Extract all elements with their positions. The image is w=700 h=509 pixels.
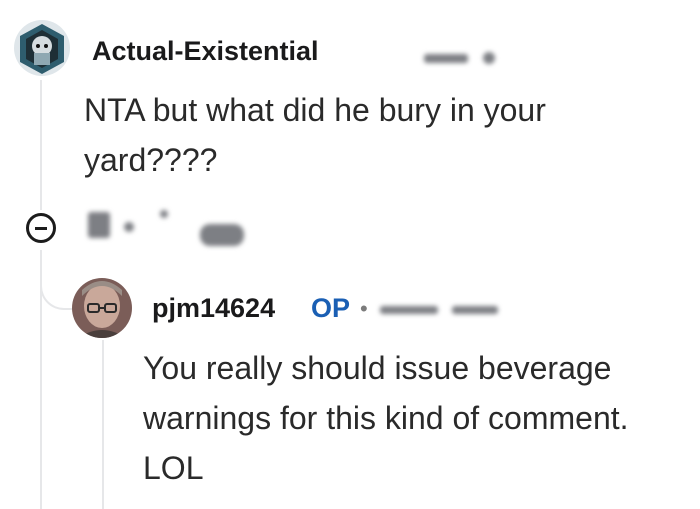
comment-timestamp-blurred xyxy=(424,54,468,63)
action-dot-blurred xyxy=(160,210,168,218)
reply-timestamp-blurred xyxy=(380,306,438,314)
comment-text-line1: NTA but what did he bury in your xyxy=(84,92,546,128)
comment-text-line2: yard???? xyxy=(84,142,218,178)
snoo-avatar-icon xyxy=(14,20,70,76)
op-badge: OP xyxy=(311,293,351,323)
thread-line-reply xyxy=(102,340,104,509)
reply-text-line2: warnings for this kind of comment. xyxy=(143,400,629,436)
commenter-avatar[interactable] xyxy=(14,20,70,76)
action-upvote-blurred[interactable] xyxy=(88,212,110,238)
reply-text-line1: You really should issue beverage xyxy=(143,350,612,386)
reply-text-line3: LOL xyxy=(143,450,204,486)
action-score-blurred xyxy=(124,222,134,232)
action-downvote-blurred[interactable] xyxy=(200,224,244,246)
reply-separator: • xyxy=(360,296,368,321)
reply-avatar[interactable] xyxy=(72,278,132,338)
comment-author[interactable]: Actual-Existential xyxy=(92,36,319,67)
reply-meta-blurred xyxy=(452,306,498,314)
collapse-minus-icon[interactable] xyxy=(26,213,56,243)
reply-author[interactable]: pjm14624 xyxy=(152,293,275,324)
user-photo-avatar xyxy=(72,278,132,338)
comment-meta-blurred xyxy=(483,52,495,64)
thread-line-main xyxy=(40,80,42,210)
